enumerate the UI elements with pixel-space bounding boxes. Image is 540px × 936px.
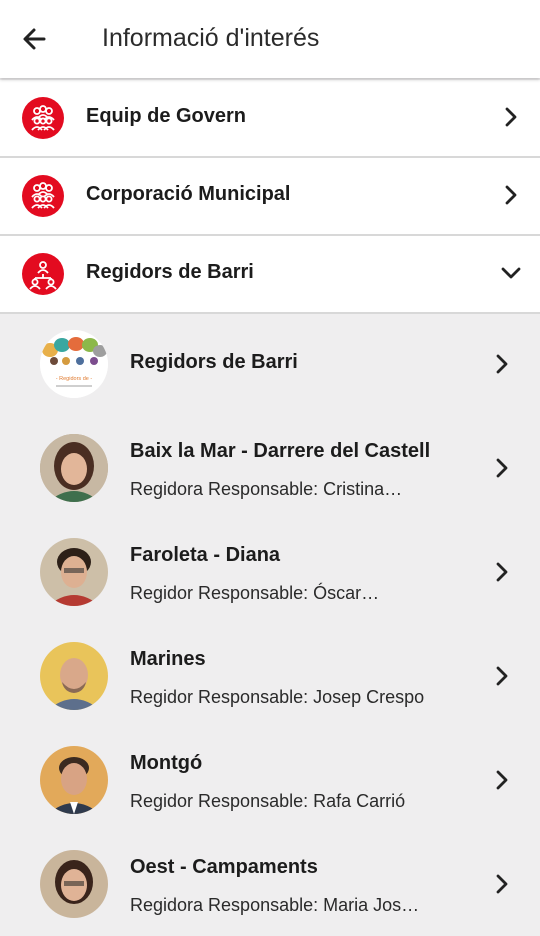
avatar — [40, 538, 108, 606]
list-item-subtitle: Regidora Responsable: Cristina… — [130, 479, 403, 499]
chevron-right-icon — [492, 457, 512, 479]
list-item-title: Marines — [130, 648, 206, 670]
section-corporacio-municipal[interactable]: Corporació Municipal — [0, 158, 540, 236]
chevron-right-icon — [492, 353, 512, 375]
section-regidors-de-barri[interactable]: Regidors de Barri — [0, 236, 540, 314]
avatar — [40, 746, 108, 814]
list-item-title: Montgó — [130, 752, 203, 774]
logo-text: - Regidors de - — [56, 376, 93, 382]
section-equip-de-govern[interactable]: Equip de Govern — [0, 80, 540, 158]
chevron-right-icon — [492, 665, 512, 687]
avatar — [40, 850, 108, 918]
list-item-title: Faroleta - Diana — [130, 544, 281, 566]
section-label: Equip de Govern — [86, 105, 247, 127]
list-item-title: Regidors de Barri — [130, 351, 298, 373]
list-item-title: Baix la Mar - Darrere del Castell — [130, 440, 431, 462]
chevron-right-icon — [500, 184, 522, 206]
list-item[interactable]: Faroleta - Diana Regidor Responsable: Ós… — [0, 520, 540, 624]
group-icon — [22, 175, 64, 217]
network-icon — [22, 253, 64, 295]
page-title: Informació d'interés — [102, 24, 320, 52]
regidors-logo: - Regidors de - — [40, 330, 108, 398]
avatar — [40, 642, 108, 710]
list-item-subtitle: Regidora Responsable: Maria Jos… — [130, 895, 420, 915]
app-bar: Informació d'interés — [0, 0, 540, 78]
chevron-right-icon — [492, 769, 512, 791]
chevron-right-icon — [492, 873, 512, 895]
chevron-right-icon — [500, 106, 522, 128]
section-label: Corporació Municipal — [86, 183, 291, 205]
chevron-down-icon — [500, 262, 522, 284]
section-label: Regidors de Barri — [86, 261, 254, 283]
list-item-subtitle: Regidor Responsable: Josep Crespo — [130, 687, 425, 707]
list-item[interactable]: Marines Regidor Responsable: Josep Cresp… — [0, 624, 540, 728]
list-item[interactable]: Baix la Mar - Darrere del Castell Regido… — [0, 416, 540, 520]
list-item[interactable]: Oest - Campaments Regidora Responsable: … — [0, 832, 540, 936]
list-item[interactable]: - Regidors de - Regidors de Barri — [0, 312, 540, 416]
list-item[interactable]: Montgó Regidor Responsable: Rafa Carrió — [0, 728, 540, 832]
list-item-title: Oest - Campaments — [130, 856, 318, 878]
group-icon — [22, 97, 64, 139]
list-item-subtitle: Regidor Responsable: Óscar… — [130, 583, 380, 603]
avatar — [40, 434, 108, 502]
chevron-right-icon — [492, 561, 512, 583]
back-arrow-icon[interactable] — [18, 22, 52, 56]
list-item-subtitle: Regidor Responsable: Rafa Carrió — [130, 791, 406, 811]
